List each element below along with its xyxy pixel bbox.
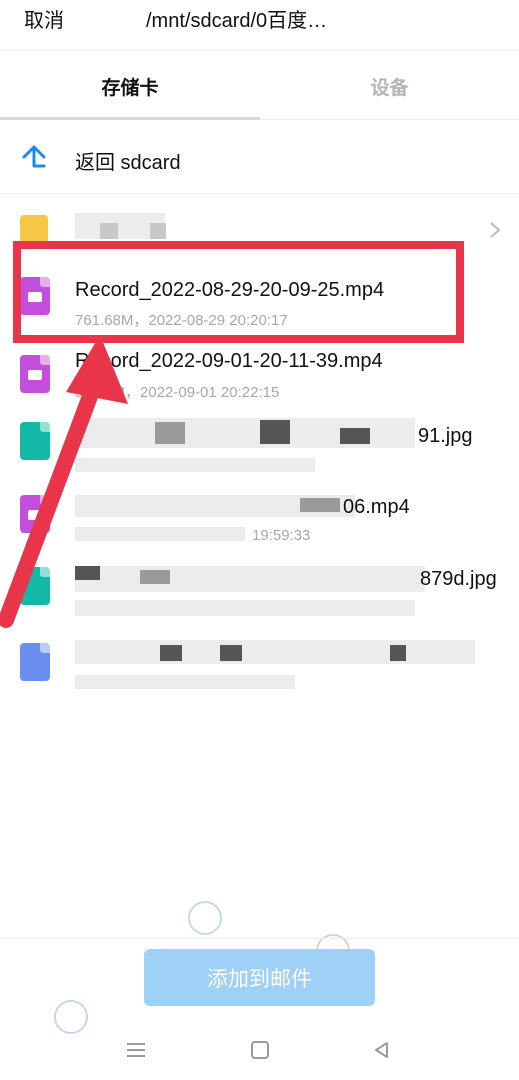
chevron-right-icon bbox=[490, 222, 501, 238]
path-title: /mnt/sdcard/0百度… bbox=[146, 10, 328, 32]
blurred-text bbox=[220, 645, 242, 661]
folder-icon bbox=[20, 215, 48, 243]
annotation-arrow bbox=[0, 335, 128, 628]
add-to-mail-button[interactable]: 添加到邮件 bbox=[144, 949, 375, 1006]
tab-storage-card[interactable]: 存储卡 bbox=[0, 51, 260, 121]
back-to-sdcard-row[interactable]: 返回 sdcard bbox=[0, 122, 519, 194]
blurred-text bbox=[75, 675, 295, 689]
blurred-text bbox=[340, 428, 370, 444]
blurred-text bbox=[155, 422, 185, 444]
blurred-text bbox=[300, 498, 340, 512]
blurred-text bbox=[390, 645, 406, 661]
highlight-box bbox=[13, 241, 464, 343]
bottom-divider bbox=[0, 938, 519, 939]
file-name: 879d.jpg bbox=[420, 568, 497, 590]
blurred-text bbox=[160, 645, 182, 661]
up-arrow-icon bbox=[22, 145, 46, 168]
touch-indicator bbox=[188, 901, 222, 935]
home-icon[interactable] bbox=[240, 1035, 280, 1065]
file-meta: 19:59:33 bbox=[252, 527, 311, 544]
top-bar: 取消 /mnt/sdcard/0百度… bbox=[0, 0, 519, 50]
blurred-text bbox=[260, 420, 290, 444]
document-file-icon bbox=[20, 643, 50, 681]
blurred-text bbox=[100, 223, 118, 239]
back-icon[interactable] bbox=[362, 1035, 402, 1065]
back-label: 返回 sdcard bbox=[75, 152, 181, 174]
tab-active-indicator bbox=[0, 117, 260, 120]
file-name: 91.jpg bbox=[418, 425, 473, 447]
tab-device[interactable]: 设备 bbox=[260, 51, 519, 121]
menu-icon[interactable] bbox=[116, 1035, 156, 1065]
blurred-text bbox=[75, 640, 475, 664]
cancel-button[interactable]: 取消 bbox=[24, 4, 64, 33]
blurred-text bbox=[150, 223, 166, 239]
file-name: 06.mp4 bbox=[343, 496, 410, 518]
blurred-text bbox=[140, 570, 170, 584]
system-nav-bar bbox=[0, 1025, 519, 1080]
tab-bar: 存储卡 设备 bbox=[0, 50, 519, 120]
